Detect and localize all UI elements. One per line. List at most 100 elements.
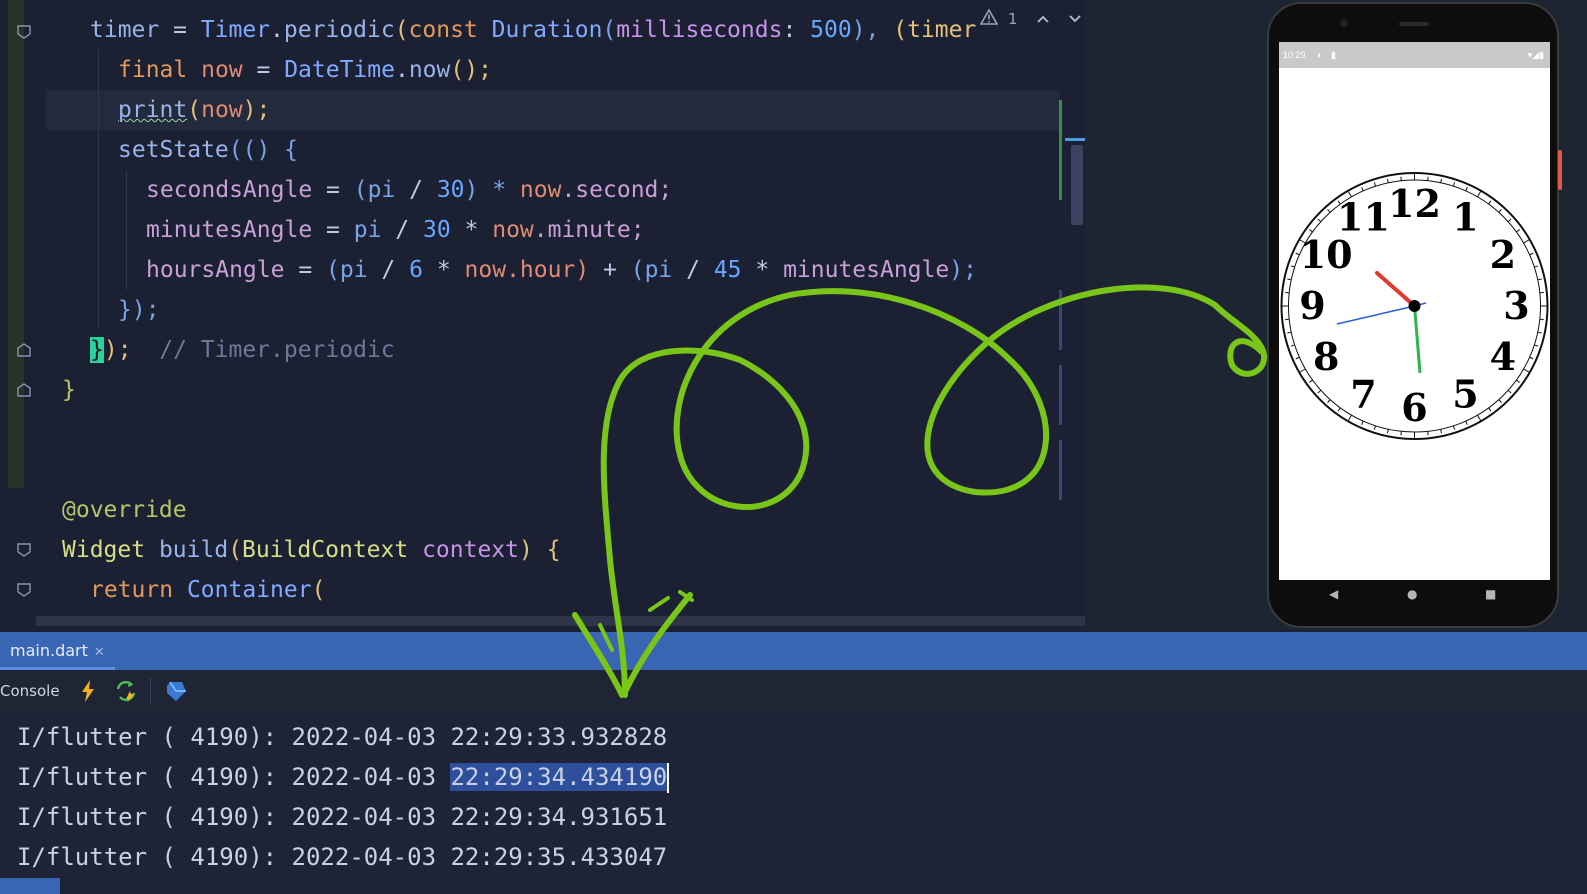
code-token: Timer [200, 17, 271, 43]
code-token: : [782, 17, 811, 43]
scroll-marker [1059, 440, 1062, 500]
code-line[interactable]: print(now); [118, 90, 270, 130]
code-token: minutesAngle [783, 257, 950, 283]
indent-guide [126, 170, 127, 290]
code-line[interactable]: Widget build(BuildContext context) { [62, 530, 561, 570]
scroll-change-marker [1059, 100, 1062, 200]
dart-devtools-icon[interactable] [164, 679, 188, 703]
warning-icon[interactable] [979, 8, 999, 29]
code-token: / [381, 257, 410, 283]
clock-numeral: 3 [1503, 283, 1529, 328]
code-token: 500 [810, 17, 852, 43]
code-token: = [284, 257, 327, 283]
clock-center-pin [1408, 300, 1421, 312]
code-token: / [686, 257, 714, 283]
code-line[interactable]: secondsAngle = (pi / 30) * now.second; [146, 170, 672, 210]
code-line[interactable]: final now = DateTime.now(); [118, 50, 492, 90]
code-line[interactable]: setState(() { [118, 130, 298, 170]
status-strip [0, 878, 60, 894]
clock-numeral: 2 [1490, 232, 1516, 277]
code-token: (pi [630, 257, 687, 283]
code-token: ( [394, 17, 409, 43]
code-line[interactable]: hoursAngle = (pi / 6 * now.hour) + (pi /… [146, 250, 977, 290]
log-line[interactable]: I/flutter ( 4190): 2022-04-03 22:29:34.9… [17, 797, 667, 837]
code-token: * [450, 217, 493, 243]
log-line[interactable]: I/flutter ( 4190): 2022-04-03 22:29:35.4… [17, 837, 667, 877]
change-marker-strip [8, 0, 24, 488]
code-token: ( [187, 97, 202, 123]
console-output[interactable]: I/flutter ( 4190): 2022-04-03 22:29:33.9… [0, 712, 1587, 894]
notification-icon: ◐ [1317, 50, 1323, 60]
text-caret [667, 763, 670, 793]
code-comment: // Timer.periodic [159, 337, 395, 363]
code-line[interactable]: }); // Timer.periodic [90, 330, 395, 370]
vertical-scrollbar[interactable] [1071, 145, 1083, 225]
close-icon[interactable]: ✕ [94, 645, 105, 660]
code-token: context [422, 537, 519, 563]
code-line[interactable]: }); [118, 290, 160, 330]
code-token: periodic [283, 17, 395, 43]
code-token: 30 [436, 177, 465, 203]
code-token: (timer [893, 17, 977, 43]
code-token: secondsAngle [146, 177, 313, 203]
code-token: Duration [491, 17, 603, 43]
clock-numeral: 9 [1299, 283, 1325, 328]
code-token: ); [103, 337, 160, 363]
log-time: 22:29:35.433047 [450, 843, 668, 871]
run-tab-bar: main.dart ✕ [0, 632, 1587, 670]
fold-icon[interactable] [17, 25, 31, 39]
code-token: ) * [464, 177, 520, 203]
code-line[interactable]: minutesAngle = pi / 30 * now.minute; [146, 210, 645, 250]
toolbar-separator [150, 678, 151, 704]
speaker-grille-icon [1399, 22, 1429, 26]
code-token: = [312, 217, 354, 243]
code-line[interactable]: @override [62, 490, 187, 530]
back-icon[interactable]: ◀ [1329, 587, 1338, 601]
code-token: ); [949, 257, 977, 283]
code-token: hoursAngle [146, 257, 285, 283]
log-line[interactable]: I/flutter ( 4190): 2022-04-03 22:29:33.9… [17, 717, 667, 757]
code-token: ); [242, 97, 271, 123]
code-token: + [603, 257, 631, 283]
inspection-widget[interactable]: 1 [979, 6, 1082, 32]
fold-icon[interactable] [17, 543, 31, 557]
code-line[interactable]: return Container( [90, 570, 325, 610]
code-token: * [422, 257, 465, 283]
hot-reload-icon[interactable] [76, 679, 100, 703]
console-tab[interactable]: Console [0, 670, 60, 712]
code-token: now [201, 97, 243, 123]
tab-main-dart[interactable]: main.dart ✕ [0, 632, 115, 670]
clock-numeral: 7 [1350, 371, 1376, 416]
code-token: ( [228, 537, 243, 563]
fold-icon[interactable] [17, 583, 31, 597]
code-token: .hour) [506, 257, 604, 283]
hot-restart-icon[interactable] [114, 679, 138, 703]
code-token: (pi [353, 177, 410, 203]
camera-icon [1340, 19, 1348, 27]
inspection-count: 1 [1008, 10, 1018, 28]
editor-gutter [0, 0, 46, 632]
code-token: build [158, 537, 229, 563]
code-line[interactable]: } [62, 370, 76, 410]
code-token: ), [851, 17, 894, 43]
code-token: Widget [62, 537, 159, 563]
code-editor[interactable]: timer = Timer.periodic(const Duration(mi… [0, 0, 1085, 632]
code-token: . [270, 17, 284, 43]
log-line[interactable]: I/flutter ( 4190): 2022-04-03 22:29:34.4… [17, 757, 670, 797]
code-token: print [118, 97, 188, 123]
clock-numeral: 4 [1490, 334, 1516, 379]
code-token: .minute; [533, 217, 645, 243]
horizontal-scrollbar[interactable] [36, 616, 1085, 626]
code-token: now [492, 217, 534, 243]
fold-icon[interactable] [17, 383, 31, 397]
fold-icon[interactable] [17, 343, 31, 357]
code-token: setState [118, 137, 229, 163]
home-icon[interactable]: ● [1407, 587, 1417, 601]
code-token: ) { [519, 537, 561, 563]
chevron-up-icon[interactable] [1036, 10, 1050, 28]
code-line[interactable]: timer = Timer.periodic(const Duration(mi… [90, 10, 976, 50]
code-token: * [741, 257, 784, 283]
power-button[interactable] [1558, 150, 1562, 190]
recents-icon[interactable]: ■ [1485, 587, 1496, 601]
chevron-down-icon[interactable] [1068, 10, 1082, 28]
